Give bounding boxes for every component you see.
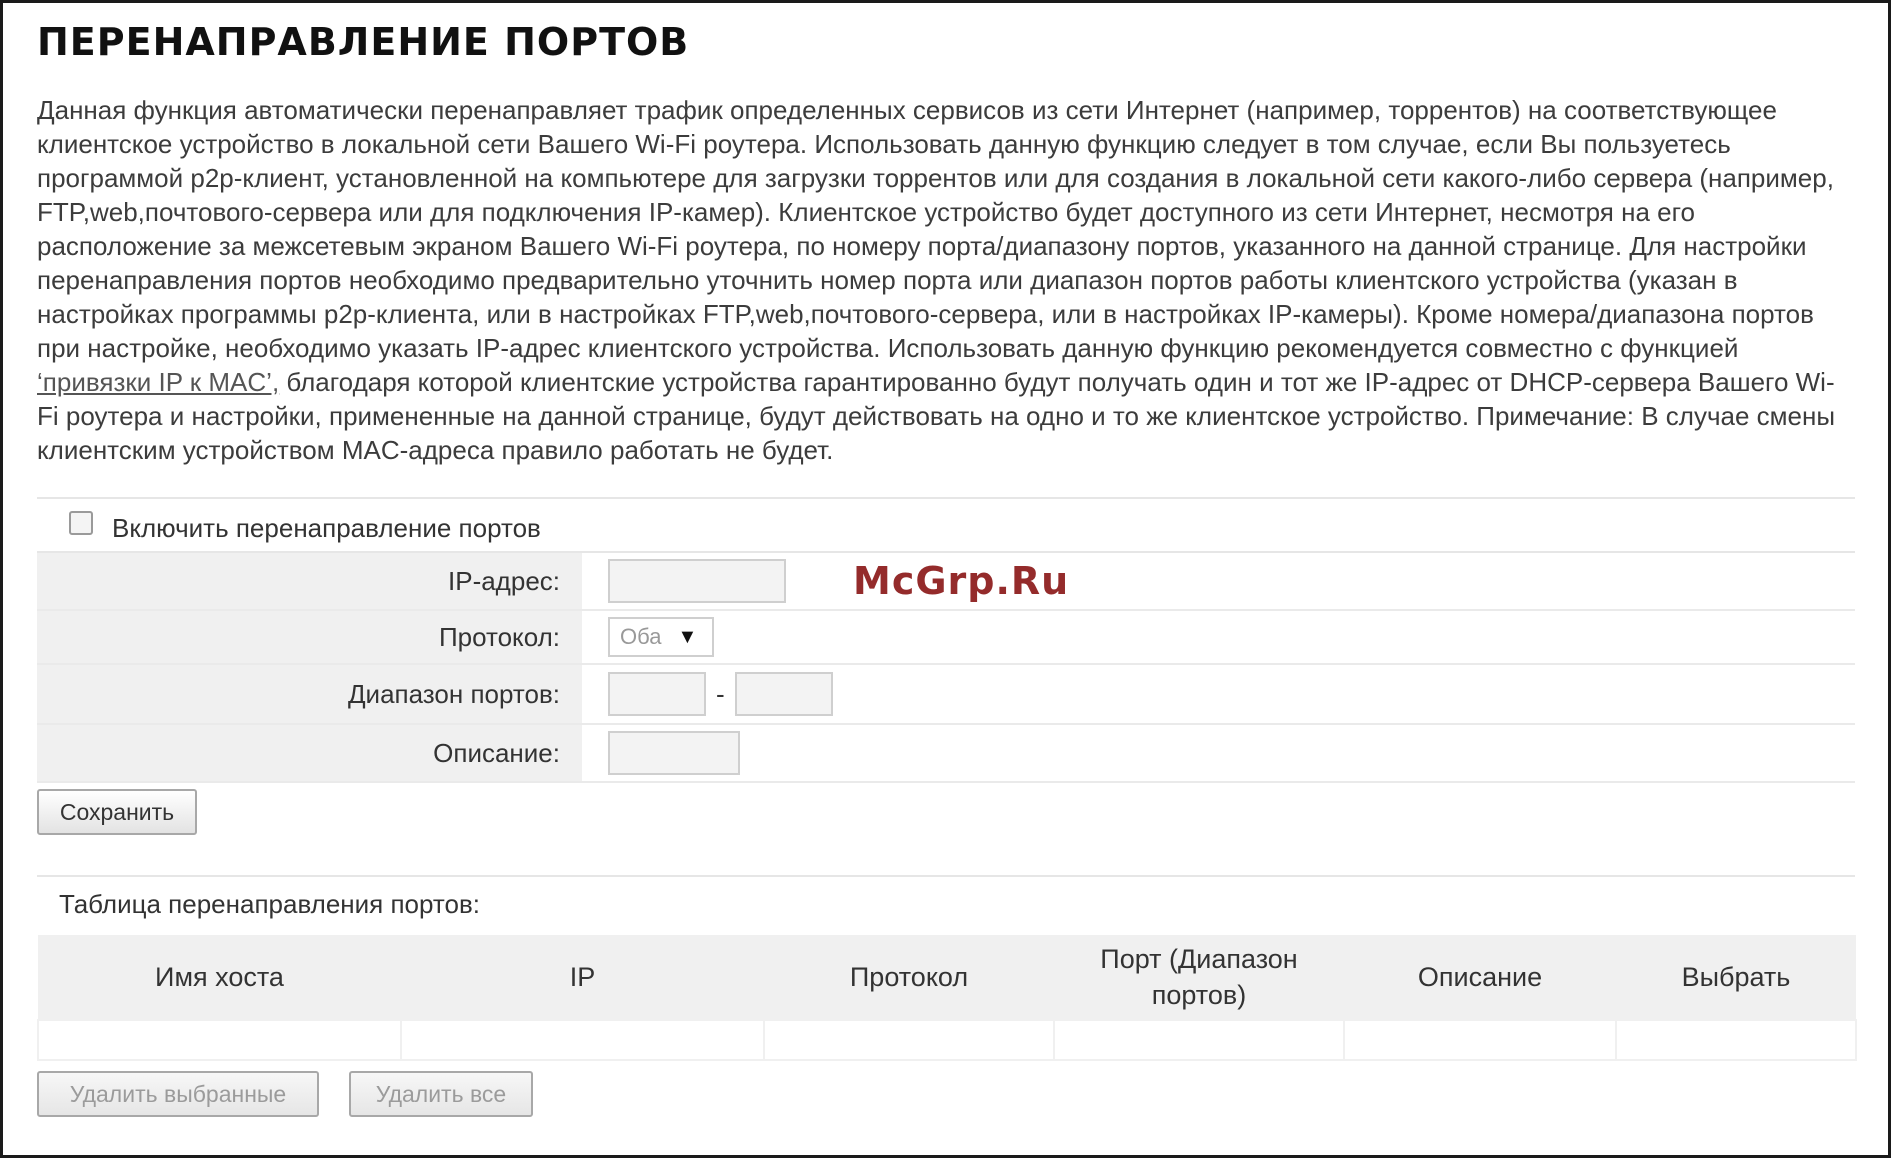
enable-port-forwarding-checkbox[interactable]: [69, 511, 93, 535]
port-range-separator: -: [716, 678, 725, 709]
column-header-ip: IP: [401, 935, 764, 1020]
table-empty-row: [37, 1019, 1857, 1061]
ip-address-input[interactable]: [608, 559, 786, 603]
protocol-selected-value: Оба: [620, 624, 662, 649]
ip-address-label: IP-адрес:: [37, 553, 582, 609]
page-description: Данная функция автоматически перенаправл…: [37, 93, 1855, 467]
column-header-port-range: Порт (Диапазон портов): [1054, 935, 1344, 1020]
column-header-select: Выбрать: [1616, 935, 1856, 1020]
dropdown-arrow-icon: ▼: [677, 625, 698, 648]
protocol-select[interactable]: Оба ▼: [608, 617, 714, 657]
description-text-2: благодаря которой клиентские устройства …: [37, 367, 1836, 465]
save-button[interactable]: Сохранить: [37, 789, 197, 835]
enable-row: Включить перенаправление портов: [37, 499, 1855, 551]
protocol-label: Протокол:: [37, 611, 582, 663]
protocol-row: Протокол: Оба ▼: [37, 611, 1855, 665]
page-title: ПЕРЕНАПРАВЛЕНИЕ ПОРТОВ: [37, 20, 690, 64]
delete-all-button[interactable]: Удалить все: [349, 1071, 533, 1117]
column-header-hostname: Имя хоста: [38, 935, 401, 1020]
delete-selected-button[interactable]: Удалить выбранные: [37, 1071, 319, 1117]
table-header-row: Имя хоста IP Протокол Порт (Диапазон пор…: [38, 935, 1856, 1020]
column-header-protocol: Протокол: [764, 935, 1054, 1020]
port-range-row: Диапазон портов: -: [37, 665, 1855, 725]
table-divider: [37, 875, 1855, 877]
enable-port-forwarding-label[interactable]: Включить перенаправление портов: [112, 513, 541, 544]
description-row: Описание:: [37, 725, 1855, 783]
port-forwarding-table-caption: Таблица перенаправления портов:: [59, 889, 481, 919]
column-header-description: Описание: [1344, 935, 1616, 1020]
port-from-input[interactable]: [608, 672, 706, 716]
port-range-label: Диапазон портов:: [37, 665, 582, 723]
ip-mac-binding-link[interactable]: ‘привязки IP к MAC’,: [37, 367, 279, 397]
description-text-1: Данная функция автоматически перенаправл…: [37, 95, 1834, 363]
table-actions: Удалить выбранные Удалить все: [37, 1071, 1855, 1117]
port-to-input[interactable]: [734, 672, 833, 716]
port-forwarding-table: Имя хоста IP Протокол Порт (Диапазон пор…: [37, 935, 1857, 1061]
description-input[interactable]: [608, 731, 740, 775]
page-frame: ПЕРЕНАПРАВЛЕНИЕ ПОРТОВ Данная функция ав…: [0, 0, 1891, 1158]
description-label: Описание:: [37, 725, 582, 781]
watermark: McGrp.Ru: [853, 559, 1070, 603]
